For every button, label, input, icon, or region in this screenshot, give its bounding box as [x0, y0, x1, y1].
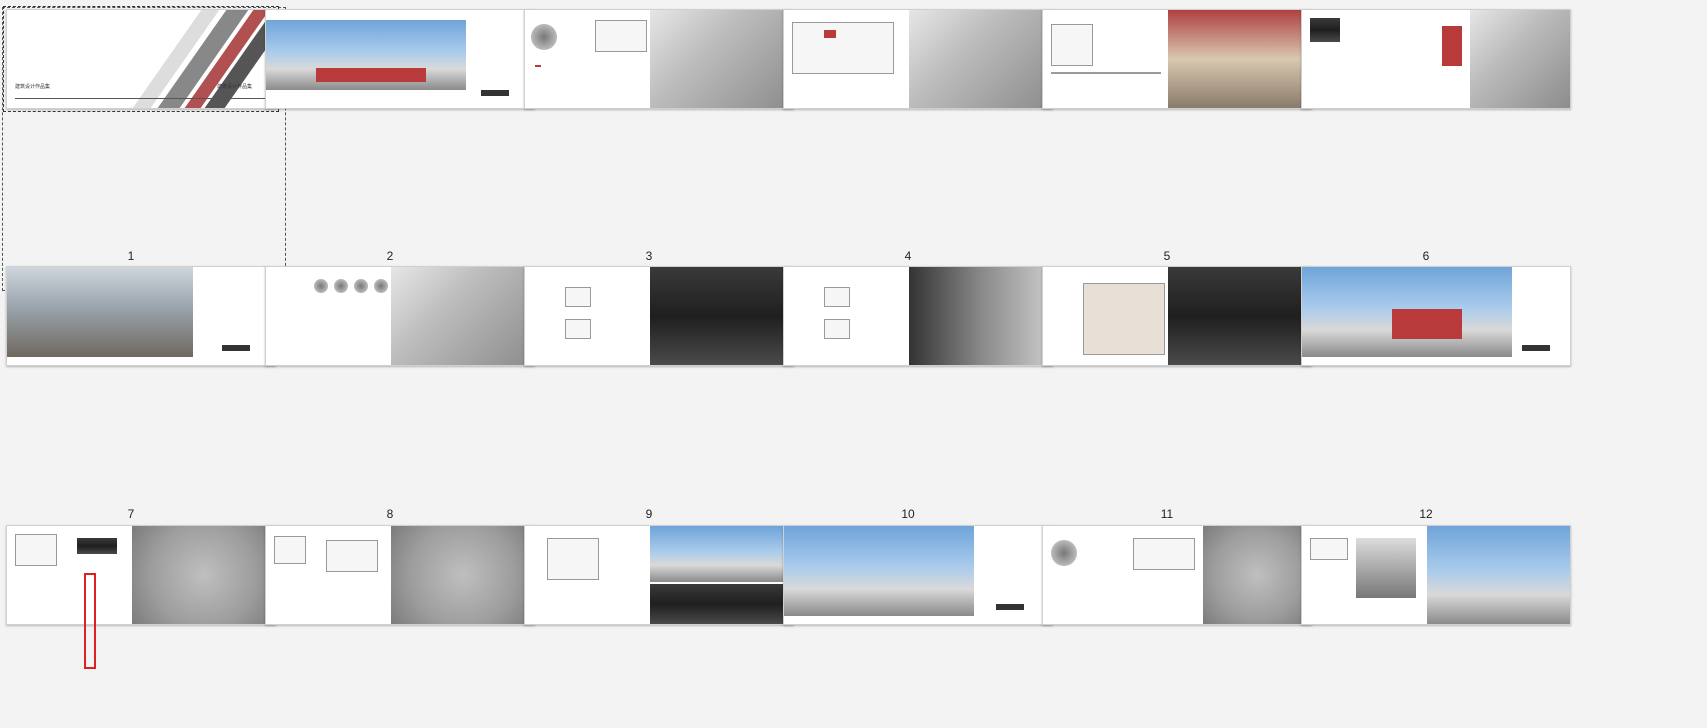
cover-subtitle: 建筑设计作品集	[217, 84, 253, 90]
cover-rule	[15, 98, 265, 99]
site-plan-image	[650, 10, 793, 108]
slide-number-12: 12	[1419, 507, 1433, 521]
slide-thumbnail-3[interactable]	[524, 9, 794, 109]
slide-thumbnail-18[interactable]	[1301, 525, 1571, 625]
slide-number-6: 6	[1422, 249, 1430, 263]
slide-thumbnail-7[interactable]	[6, 266, 276, 366]
detail-photo	[1310, 18, 1340, 42]
building-block	[316, 68, 426, 82]
cover-title: 建筑设计作品集	[15, 84, 51, 90]
material-grid	[1083, 283, 1165, 355]
analysis-circle	[334, 279, 348, 293]
slide-thumbnail-4[interactable]	[783, 9, 1053, 109]
slide-thumbnail-8[interactable]	[265, 266, 535, 366]
logo-mark	[1522, 345, 1550, 351]
campus-aerial	[132, 526, 275, 624]
slide-number-2: 2	[386, 249, 394, 263]
axon-drawing	[326, 540, 378, 572]
site-photo	[77, 538, 117, 554]
street-render	[650, 526, 793, 582]
logo-mark	[481, 90, 509, 96]
city-aerial	[784, 526, 974, 616]
diagram-circle	[531, 24, 557, 50]
slide-thumbnail-5[interactable]	[1042, 9, 1312, 109]
tower-street-render	[1427, 526, 1570, 624]
red-highlight-marker	[84, 573, 96, 669]
slide-thumbnail-15[interactable]	[524, 525, 794, 625]
text-block	[274, 536, 306, 564]
night-render	[1168, 267, 1311, 365]
elevation-line	[1051, 72, 1161, 74]
slide-number-4: 4	[904, 249, 912, 263]
slide-thumbnail-14[interactable]	[265, 525, 535, 625]
slide-thumbnail-9[interactable]	[524, 266, 794, 366]
elevation-drawing	[565, 319, 591, 339]
elevation-drawing	[824, 319, 850, 339]
logo-mark	[996, 604, 1024, 610]
slide-thumbnail-12[interactable]	[1301, 266, 1571, 366]
text-block	[1310, 538, 1348, 560]
plan-drawing	[792, 22, 894, 74]
site-plan-image	[391, 267, 534, 365]
house-render	[7, 267, 193, 357]
slide-thumbnail-17[interactable]	[1042, 525, 1312, 625]
slide-number-8: 8	[386, 507, 394, 521]
slide-thumbnail-11[interactable]	[1042, 266, 1312, 366]
slide-number-1: 1	[127, 249, 135, 263]
diagram-circle	[1051, 540, 1077, 566]
slide-number-9: 9	[645, 507, 653, 521]
slide-number-5: 5	[1163, 249, 1171, 263]
slide-number-7: 7	[127, 507, 135, 521]
slide-thumbnail-16[interactable]	[783, 525, 1053, 625]
site-diagram	[1133, 538, 1195, 570]
label-accent	[535, 65, 541, 67]
aerial-render	[909, 10, 1052, 108]
tower-render	[1356, 538, 1416, 598]
interior-render	[650, 267, 793, 365]
slide-thumbnail-6[interactable]	[1301, 9, 1571, 109]
analysis-circle	[314, 279, 328, 293]
slide-number-10: 10	[901, 507, 915, 521]
slide-thumbnail-10[interactable]	[783, 266, 1053, 366]
analysis-circle	[374, 279, 388, 293]
elevation-render	[650, 584, 793, 624]
elevation-drawing	[824, 287, 850, 307]
site-plan-image	[391, 526, 534, 624]
analysis-circle	[354, 279, 368, 293]
aerial-render	[1470, 10, 1570, 108]
slide-thumbnail-1[interactable]: 建筑设计作品集 建筑设计作品集	[3, 6, 279, 112]
slide-number-3: 3	[645, 249, 653, 263]
slide-thumbnail-13[interactable]	[6, 525, 276, 625]
slide-thumbnail-2[interactable]	[265, 9, 535, 109]
tower-drawing	[1442, 26, 1462, 66]
logo-mark	[222, 345, 250, 351]
plan-accent	[824, 30, 836, 38]
slide-number-11: 11	[1160, 507, 1174, 521]
building-block	[1392, 309, 1462, 339]
plan-drawing	[1051, 24, 1093, 66]
zoning-diagram	[547, 538, 599, 580]
site-plan-image	[1203, 526, 1311, 624]
text-block	[595, 20, 647, 52]
courtyard-render	[1168, 10, 1311, 108]
site-diagram	[15, 534, 57, 566]
elevation-drawing	[565, 287, 591, 307]
corridor-render	[909, 267, 1052, 365]
